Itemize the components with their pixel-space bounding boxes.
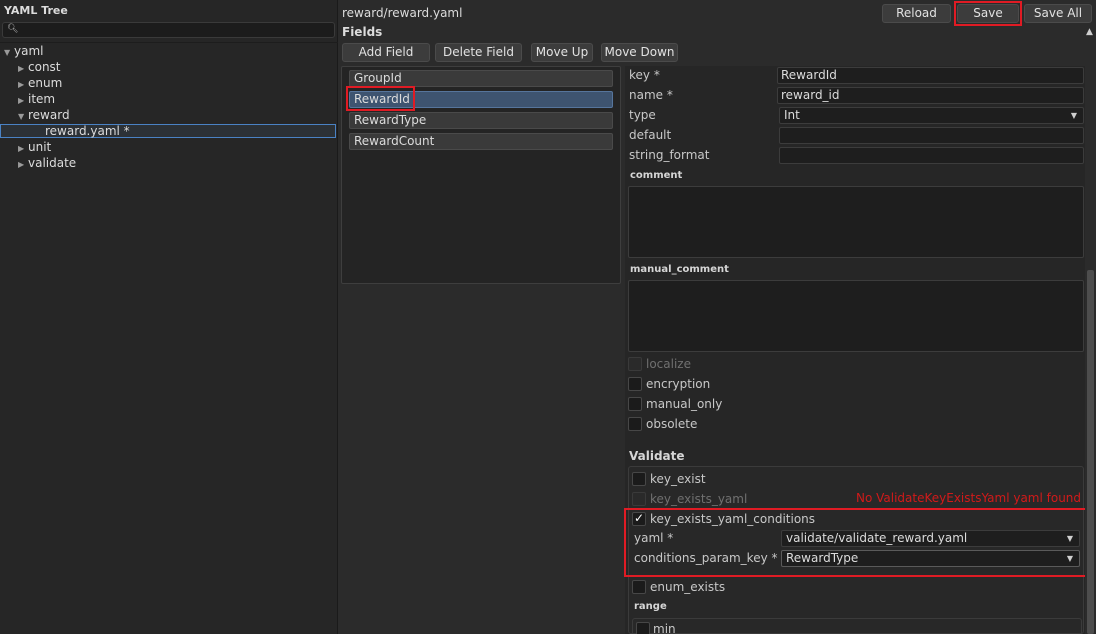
range-label: range [634, 601, 667, 612]
string-format-field[interactable] [779, 147, 1084, 164]
save-all-button[interactable]: Save All [1024, 4, 1092, 23]
obsolete-label: obsolete [646, 417, 698, 431]
comment-label: comment [630, 170, 683, 181]
file-path-title: reward/reward.yaml [342, 6, 463, 20]
tree-node-validate[interactable]: ▶ validate [18, 155, 76, 171]
tree-search-input[interactable] [19, 23, 329, 37]
manual-only-label: manual_only [646, 397, 723, 411]
localize-label: localize [646, 357, 691, 371]
tree-title: YAML Tree [4, 4, 68, 17]
rewardid-highlight [346, 86, 415, 111]
validate-section-title: Validate [629, 449, 685, 463]
search-icon: 🔍︎ [7, 24, 19, 34]
type-select-value: Int [784, 108, 800, 122]
tree-node-item[interactable]: ▶ item [18, 91, 55, 107]
scroll-up-arrow-icon[interactable]: ▲ [1086, 27, 1093, 37]
tree-node-label: enum [28, 76, 63, 90]
move-down-button[interactable]: Move Down [601, 43, 678, 62]
scrollbar-thumb[interactable] [1087, 270, 1094, 634]
tree-search-box[interactable]: 🔍︎ [2, 22, 335, 38]
dropdown-chevron-icon: ▼ [1070, 111, 1077, 120]
field-list-item-rewardtype[interactable]: RewardType [349, 112, 613, 129]
default-label: default [629, 128, 672, 142]
name-label: name * [629, 88, 673, 102]
tree-node-reward-yaml[interactable]: reward.yaml * [45, 123, 130, 139]
key-exist-checkbox[interactable] [632, 472, 646, 486]
tree-expand-arrow-icon[interactable]: ▶ [18, 157, 28, 173]
key-exist-label: key_exist [650, 472, 706, 486]
comment-textarea[interactable] [628, 186, 1084, 258]
tree-collapse-arrow-icon[interactable]: ▼ [4, 45, 14, 61]
tree-node-yaml[interactable]: ▼ yaml [4, 43, 43, 59]
min-checkbox[interactable] [636, 622, 650, 634]
tree-node-label: unit [28, 140, 52, 154]
reload-button[interactable]: Reload [882, 4, 951, 23]
enum-exists-checkbox[interactable] [632, 580, 646, 594]
fields-section-title: Fields [342, 25, 383, 39]
manual-only-checkbox[interactable] [628, 397, 642, 411]
tree-node-const[interactable]: ▶ const [18, 59, 61, 75]
manual-comment-label: manual_comment [630, 264, 729, 275]
error-message: No ValidateKeyExistsYaml yaml found [856, 491, 1082, 505]
tree-divider [0, 42, 338, 43]
localize-checkbox [628, 357, 642, 371]
tree-collapse-arrow-icon[interactable]: ▼ [18, 109, 28, 125]
type-select[interactable]: Int ▼ [779, 107, 1084, 124]
tree-node-label: item [28, 92, 56, 106]
field-list-item-groupid[interactable]: GroupId [349, 70, 613, 87]
delete-field-button[interactable]: Delete Field [435, 43, 522, 62]
string-format-label: string_format [629, 148, 710, 162]
field-list-item-rewardcount[interactable]: RewardCount [349, 133, 613, 150]
tree-node-label: yaml [14, 44, 44, 58]
min-label: min [653, 622, 676, 634]
tree-node-reward[interactable]: ▼ reward [18, 107, 70, 123]
add-field-button[interactable]: Add Field [342, 43, 430, 62]
enum-exists-label: enum_exists [650, 580, 726, 594]
default-field[interactable] [779, 127, 1084, 144]
key-field[interactable]: RewardId [777, 67, 1084, 84]
conditions-highlight [624, 508, 1093, 577]
tree-node-enum[interactable]: ▶ enum [18, 75, 62, 91]
key-exists-yaml-label: key_exists_yaml [650, 492, 748, 506]
manual-comment-textarea[interactable] [628, 280, 1084, 352]
tree-node-label: const [28, 60, 61, 74]
tree-node-label: validate [28, 156, 77, 170]
name-field[interactable]: reward_id [777, 87, 1084, 104]
tree-node-label: reward.yaml * [45, 124, 130, 138]
obsolete-checkbox[interactable] [628, 417, 642, 431]
key-exists-yaml-checkbox [632, 492, 646, 506]
encryption-label: encryption [646, 377, 711, 391]
tree-node-unit[interactable]: ▶ unit [18, 139, 51, 155]
range-group [632, 618, 1082, 634]
tree-node-label: reward [28, 108, 70, 122]
key-label: key * [629, 68, 660, 82]
encryption-checkbox[interactable] [628, 377, 642, 391]
move-up-button[interactable]: Move Up [531, 43, 593, 62]
save-button-highlight [954, 1, 1022, 26]
type-label: type [629, 108, 656, 122]
